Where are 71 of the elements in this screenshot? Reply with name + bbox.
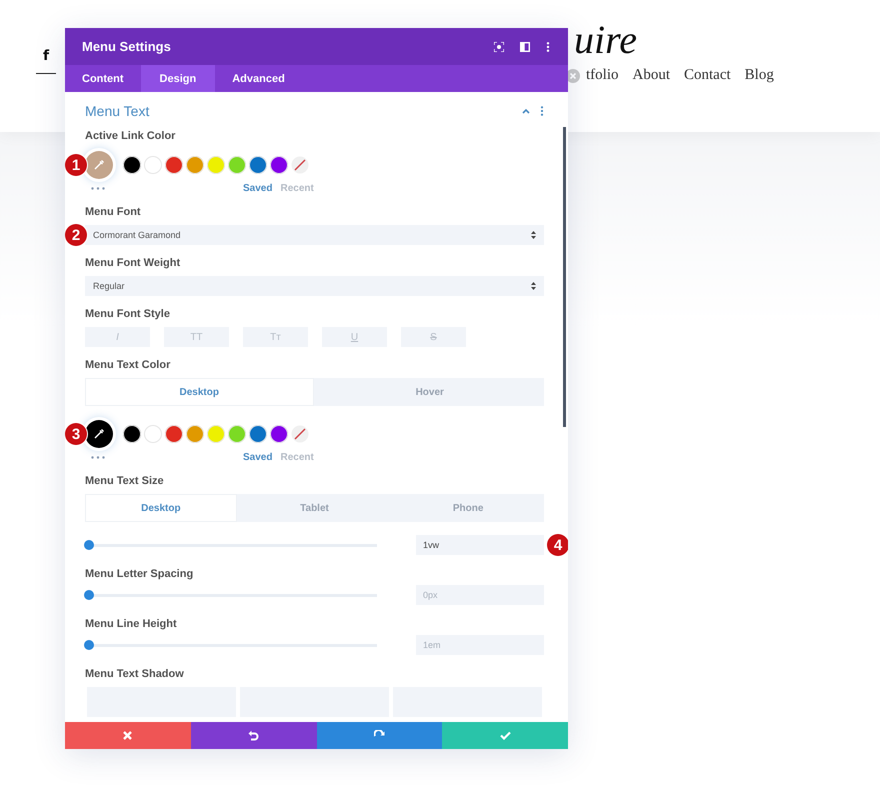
select-field[interactable]: Cormorant Garamond [85,225,544,245]
step-badge: 2 [65,224,87,246]
settings-tab[interactable]: Design [140,65,216,92]
eyedropper-icon [93,159,105,171]
palette-tab[interactable]: Recent [280,452,314,463]
step-badge: 3 [65,423,87,445]
sort-arrows-icon [531,282,536,290]
color-swatch[interactable] [228,425,246,443]
scrollbar[interactable] [563,127,566,427]
color-swatch[interactable] [123,156,141,174]
color-swatch[interactable] [123,425,141,443]
value-input[interactable]: 1em [416,635,544,655]
no-color-swatch[interactable] [291,156,309,174]
color-swatch[interactable] [228,156,246,174]
color-swatch[interactable] [165,425,183,443]
color-swatch[interactable] [270,425,288,443]
more-icon[interactable] [540,106,544,116]
check-icon [500,731,511,740]
slider-thumb[interactable] [84,640,94,650]
close-icon [123,731,132,740]
field-label: Menu Font Weight [85,257,182,269]
field-label: Active Link Color [85,130,176,142]
color-swatch[interactable] [144,156,162,174]
no-color-swatch[interactable] [291,425,309,443]
field-label: Menu Font Style [85,308,171,320]
slider-thumb[interactable] [84,590,94,600]
field-label: Menu Text Shadow [85,668,185,680]
eyedropper-icon [93,428,105,440]
settings-tab[interactable]: Content [65,65,141,92]
color-swatch[interactable] [186,425,204,443]
field-label: Menu Letter Spacing [85,568,194,580]
nav-link[interactable]: About [632,67,670,84]
chevron-icon[interactable] [522,108,530,114]
step-badge: 4 [547,534,568,556]
field-label: Menu Text Size [85,475,165,487]
nav-link[interactable]: Blog [744,67,774,84]
palette-tab[interactable]: Saved [243,183,272,194]
field-label: Menu Font [85,206,142,218]
undo-icon [248,730,260,741]
color-swatch[interactable] [207,425,225,443]
color-swatch[interactable] [207,156,225,174]
value-input[interactable]: 0px [416,585,544,605]
facebook-icon[interactable]: f [42,48,50,64]
color-swatch[interactable] [144,425,162,443]
sort-arrows-icon [531,231,536,239]
device-tab[interactable]: Desktop [85,494,237,522]
color-swatch[interactable] [165,156,183,174]
nav-link[interactable]: tfolio [586,67,618,84]
section-title[interactable]: Menu Text [85,103,512,119]
select-field[interactable]: Regular [85,276,544,296]
color-swatch[interactable] [249,425,267,443]
modal-title: Menu Settings [82,39,172,54]
value-input[interactable]: 1vw [416,535,544,555]
color-picker[interactable] [85,151,113,179]
color-picker[interactable] [85,420,113,448]
settings-tab[interactable]: Advanced [215,65,302,92]
color-swatch[interactable] [249,156,267,174]
columns-icon[interactable] [520,42,530,52]
color-swatch[interactable] [270,156,288,174]
more-icon[interactable] [546,42,550,52]
step-badge: 1 [65,154,87,176]
palette-tab[interactable]: Saved [243,452,272,463]
site-logo[interactable]: uire [568,18,774,62]
field-label: Menu Line Height [85,618,178,630]
device-tab[interactable]: Desktop [85,378,314,406]
field-label: Menu Text Color [85,359,172,371]
palette-tab[interactable]: Recent [280,183,314,194]
slider-thumb[interactable] [84,540,94,550]
color-swatch[interactable] [186,156,204,174]
focus-icon[interactable] [494,42,504,52]
nav-link[interactable]: Contact [684,67,731,84]
